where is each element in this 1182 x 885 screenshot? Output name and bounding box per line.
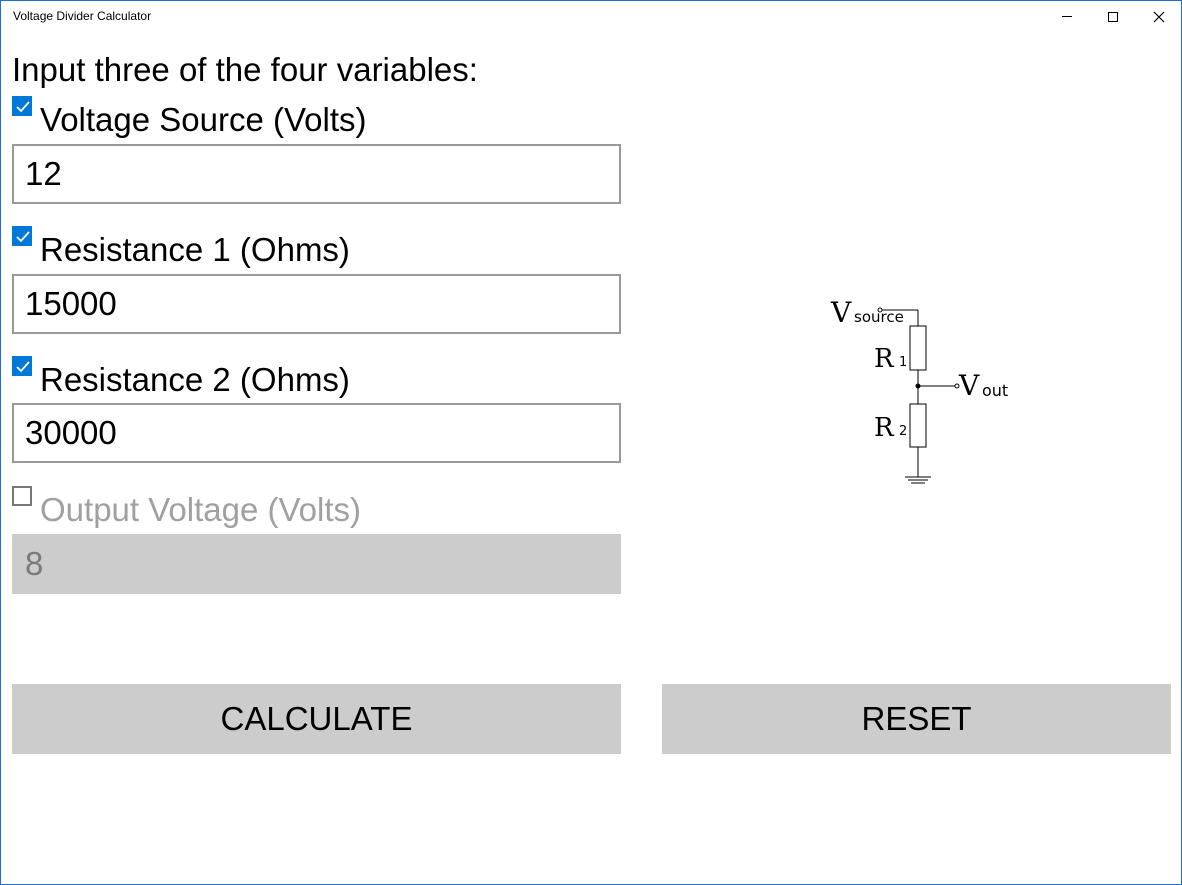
vsource-label-sub: source: [854, 308, 904, 326]
window-title: Voltage Divider Calculator: [13, 9, 152, 23]
r1-label-main: R: [874, 344, 895, 374]
instructions-heading: Input three of the four variables:: [12, 51, 478, 88]
voltage-source-input[interactable]: [12, 144, 621, 204]
minimize-button[interactable]: [1044, 1, 1090, 32]
close-button[interactable]: [1136, 1, 1182, 32]
resistance-1-input[interactable]: [12, 274, 621, 334]
output-voltage-input: [12, 534, 621, 594]
voltage-divider-diagram: V source R 1 R 2 V out: [830, 296, 1008, 484]
minimize-icon: [1062, 16, 1072, 17]
vsource-label-main: V: [830, 296, 852, 329]
title-bar[interactable]: Voltage Divider Calculator: [1, 1, 1181, 32]
checkmark-icon: [16, 361, 30, 373]
resistance-2-checkbox[interactable]: [12, 356, 32, 376]
checkmark-icon: [16, 231, 30, 243]
resistance-2-label: Resistance 2 (Ohms): [40, 361, 350, 398]
voltage-source-checkbox[interactable]: [12, 96, 32, 116]
r1-label-sub: 1: [899, 355, 907, 370]
calculate-button[interactable]: CALCULATE: [12, 684, 621, 754]
output-voltage-checkbox[interactable]: [12, 486, 32, 506]
vout-label-main: V: [958, 369, 980, 402]
resistance-1-checkbox[interactable]: [12, 226, 32, 246]
r2-resistor: [909, 403, 927, 448]
voltage-source-label: Voltage Source (Volts): [40, 101, 367, 138]
app-window: Voltage Divider Calculator Input three o…: [0, 0, 1182, 885]
close-icon: [1153, 11, 1165, 22]
reset-button[interactable]: RESET: [662, 684, 1171, 754]
checkmark-icon: [16, 101, 30, 113]
r2-label-main: R: [874, 413, 895, 443]
output-voltage-label: Output Voltage (Volts): [40, 491, 362, 528]
resistance-2-input[interactable]: [12, 403, 621, 463]
r1-resistor: [909, 325, 927, 371]
r2-label-sub: 2: [899, 424, 907, 439]
resistance-1-label: Resistance 1 (Ohms): [40, 231, 350, 268]
vout-label-sub: out: [982, 381, 1008, 400]
maximize-icon: [1108, 11, 1118, 22]
maximize-button[interactable]: [1090, 1, 1136, 32]
